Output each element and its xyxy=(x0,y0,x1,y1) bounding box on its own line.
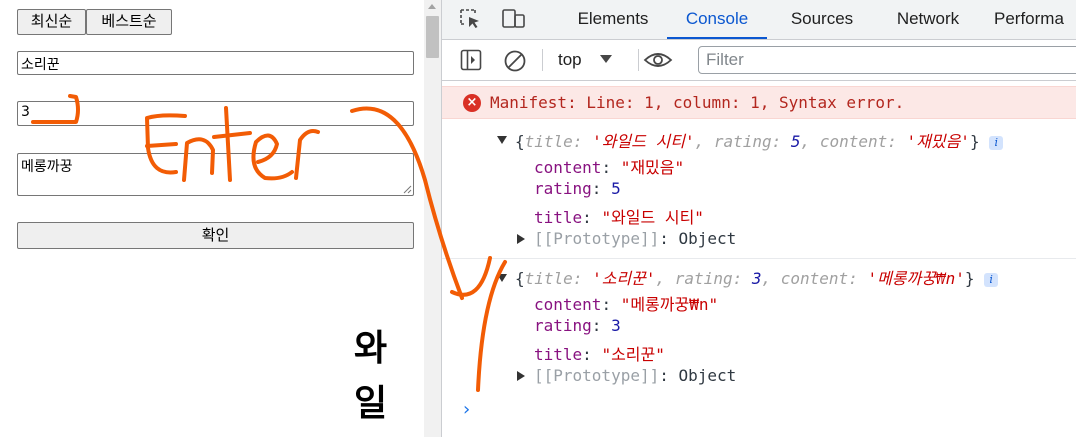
tab-console[interactable]: Console xyxy=(667,0,767,39)
content-textarea[interactable]: 메롱까꿍 xyxy=(17,153,414,196)
expand-toggle-icon[interactable] xyxy=(517,371,525,381)
page-big-text-1: 와 xyxy=(354,328,388,369)
sort-latest-button[interactable]: 최신순 xyxy=(17,9,86,35)
log-separator xyxy=(442,258,1076,259)
page-big-text-2: 일 xyxy=(354,383,388,424)
expand-toggle-icon[interactable] xyxy=(497,136,507,144)
console-prompt[interactable]: › xyxy=(463,399,470,420)
sidebar-toggle-icon[interactable] xyxy=(460,49,482,71)
object-preview[interactable]: {title: '소리꾼', rating: 3, content: '메롱까꿍… xyxy=(515,265,999,289)
prototype-line[interactable]: [[Prototype]]: Object xyxy=(534,229,736,248)
web-page: 최신순 베스트순 소리꾼 3 메롱까꿍 확인 와 일 xyxy=(0,0,424,437)
context-label: top xyxy=(558,50,582,69)
content-textarea-text: 메롱까꿍 xyxy=(21,159,73,175)
devtools-panel: Elements Console Sources Network Perform… xyxy=(442,0,1076,437)
property-line: title: "소리꾼" xyxy=(534,345,665,364)
live-expression-eye-icon[interactable] xyxy=(643,50,673,70)
rating-input[interactable]: 3 xyxy=(17,101,414,126)
property-line: title: "와일드 시티" xyxy=(534,208,704,227)
dropdown-arrow-icon xyxy=(600,55,612,63)
confirm-button[interactable]: 확인 xyxy=(17,222,414,249)
object-preview[interactable]: {title: '와일드 시티', rating: 5, content: '재… xyxy=(515,128,1004,152)
inspect-element-icon[interactable] xyxy=(459,8,483,30)
toolbar-separator xyxy=(638,49,639,71)
filter-input[interactable]: Filter xyxy=(698,46,1076,74)
tab-network[interactable]: Network xyxy=(882,0,974,39)
clear-console-icon[interactable] xyxy=(503,49,527,73)
error-icon: × xyxy=(463,94,481,112)
scroll-up-arrow-icon[interactable] xyxy=(428,4,436,9)
page-scrollbar[interactable] xyxy=(424,0,441,437)
info-icon[interactable]: i xyxy=(984,272,999,287)
console-output: × Manifest: Line: 1, column: 1, Syntax e… xyxy=(442,81,1076,437)
devtools-tabbar: Elements Console Sources Network Perform… xyxy=(442,0,1076,40)
context-selector[interactable]: top xyxy=(558,50,612,70)
property-line: rating: 3 xyxy=(534,316,621,335)
title-input[interactable]: 소리꾼 xyxy=(17,51,414,75)
resize-grip-icon[interactable] xyxy=(402,184,412,194)
toolbar-separator xyxy=(542,49,543,71)
property-line: rating: 5 xyxy=(534,179,621,198)
error-text: Manifest: Line: 1, column: 1, Syntax err… xyxy=(490,93,905,112)
property-line: content: "메롱까꿍₩n" xyxy=(534,295,719,314)
expand-toggle-icon[interactable] xyxy=(497,274,507,282)
tab-elements[interactable]: Elements xyxy=(564,0,662,39)
expand-toggle-icon[interactable] xyxy=(517,234,525,244)
prototype-line[interactable]: [[Prototype]]: Object xyxy=(534,366,736,385)
tab-performance[interactable]: Performa xyxy=(994,0,1076,39)
device-toolbar-icon[interactable] xyxy=(501,8,527,30)
info-icon[interactable]: i xyxy=(989,135,1004,150)
property-line: content: "재밌음" xyxy=(534,158,685,177)
console-toolbar: top Filter xyxy=(442,40,1076,81)
scrollbar-thumb[interactable] xyxy=(426,16,439,58)
console-error-message: × Manifest: Line: 1, column: 1, Syntax e… xyxy=(442,86,1076,119)
sort-best-button[interactable]: 베스트순 xyxy=(86,9,172,35)
tab-sources[interactable]: Sources xyxy=(778,0,866,39)
